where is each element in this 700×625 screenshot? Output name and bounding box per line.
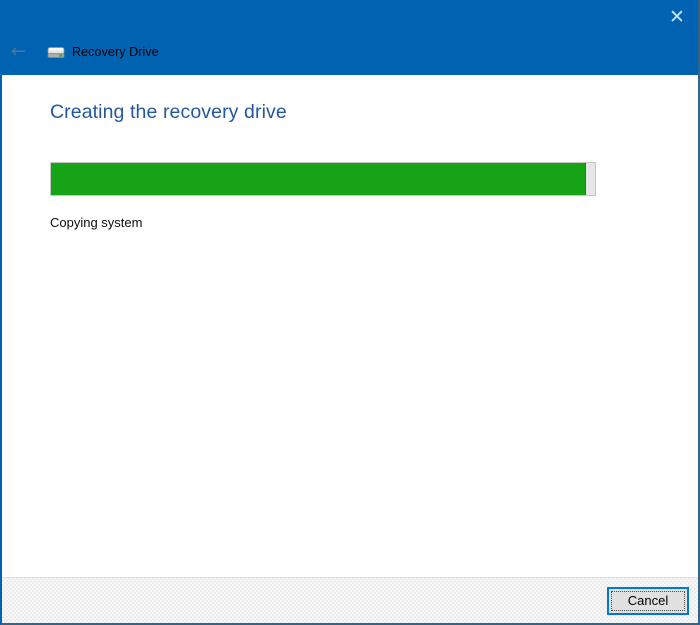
back-button[interactable]: ← <box>11 41 31 63</box>
recovery-drive-window: ✕ ← Recovery Drive Creating the recovery… <box>0 0 700 625</box>
back-arrow-icon: ← <box>11 41 27 62</box>
header-nav-row: ← Recovery Drive <box>11 41 159 63</box>
status-text: Copying system <box>50 215 143 230</box>
content-area: Creating the recovery drive Copying syst… <box>2 101 698 230</box>
progress-fill <box>51 163 587 195</box>
progress-bar <box>50 162 596 196</box>
close-button[interactable]: ✕ <box>660 3 694 31</box>
footer: Cancel <box>2 577 698 623</box>
title-bar: ✕ ← Recovery Drive <box>2 0 698 75</box>
page-title: Creating the recovery drive <box>50 101 287 123</box>
cancel-button[interactable]: Cancel <box>607 586 689 615</box>
drive-icon <box>47 46 65 59</box>
app-title: Recovery Drive <box>72 45 159 59</box>
close-icon: ✕ <box>669 6 685 28</box>
